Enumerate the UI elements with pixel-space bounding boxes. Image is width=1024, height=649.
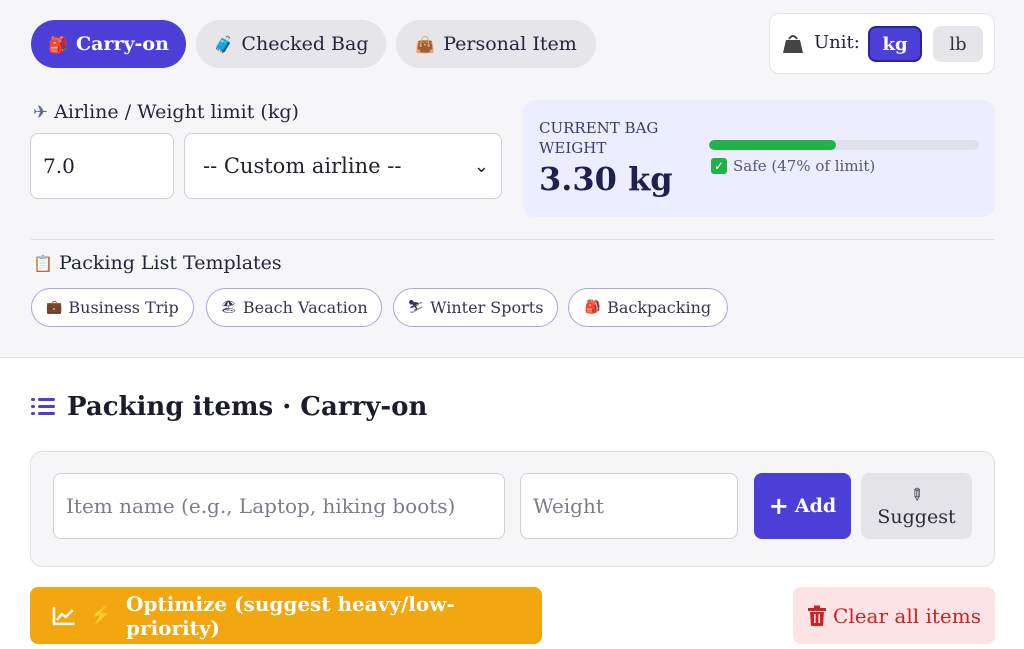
weight-limit-input[interactable]: [30, 133, 174, 199]
template-beach-vacation[interactable]: 🏖 Beach Vacation: [206, 288, 382, 327]
clear-all-button[interactable]: Clear all items: [793, 587, 995, 644]
skier-icon: ⛷: [407, 300, 425, 315]
add-button-label: Add: [794, 495, 837, 517]
airplane-icon: ✈: [33, 102, 49, 123]
suggest-button[interactable]: ✎ Suggest: [861, 473, 972, 539]
backpack-icon: 🎒: [584, 300, 602, 315]
template-winter-sports[interactable]: ⛷ Winter Sports: [393, 288, 558, 327]
add-item-button[interactable]: + Add: [754, 473, 851, 539]
item-weight-input[interactable]: [520, 473, 738, 539]
luggage-icon: 🧳: [213, 34, 234, 54]
unit-lb-button[interactable]: lb: [933, 26, 983, 62]
unit-label: Unit:: [814, 32, 860, 53]
clipboard-icon: 📋: [33, 254, 53, 273]
weight-progress-fill: [709, 140, 836, 150]
clear-button-label: Clear all items: [833, 603, 981, 628]
plus-icon: +: [768, 492, 789, 520]
lightning-icon: ⚡: [89, 605, 113, 626]
template-business-trip[interactable]: 💼 Business Trip: [31, 288, 194, 327]
airline-select-value: -- Custom airline --: [203, 154, 402, 178]
airline-select[interactable]: -- Custom airline -- ⌄: [184, 133, 502, 199]
tab-label: Personal Item: [443, 33, 577, 55]
tab-label: Checked Bag: [241, 33, 369, 55]
beach-icon: 🏖: [220, 300, 237, 315]
airline-label: ✈ Airline / Weight limit (kg): [33, 101, 299, 123]
chart-line-icon: [52, 606, 75, 625]
unit-kg-button[interactable]: kg: [868, 26, 922, 62]
briefcase-icon: 💼: [46, 300, 63, 315]
templates-label-text: Packing List Templates: [58, 252, 282, 274]
tab-personal-item[interactable]: 👜 Personal Item: [396, 20, 596, 68]
templates-label: 📋 Packing List Templates: [33, 252, 282, 274]
tab-carry-on[interactable]: 🎒 Carry-on: [31, 20, 186, 68]
divider: [31, 239, 994, 240]
chevron-down-icon: ⌄: [473, 156, 489, 177]
suggest-button-label: Suggest: [877, 505, 956, 528]
trash-icon: [808, 605, 827, 626]
packing-bag-name: · Carry-on: [282, 392, 428, 422]
template-label: Beach Vacation: [242, 298, 368, 317]
weight-icon: [783, 35, 803, 53]
current-weight-title: CURRENT BAG WEIGHT: [539, 119, 659, 157]
handbag-icon: 👜: [415, 34, 436, 54]
check-icon: ✓: [711, 158, 727, 174]
tab-checked-bag[interactable]: 🧳 Checked Bag: [196, 20, 386, 68]
current-weight-card: CURRENT BAG WEIGHT 3.30 kg ✓ Safe (47% o…: [523, 100, 995, 217]
airline-label-text: Airline / Weight limit (kg): [54, 101, 299, 123]
current-weight-value: 3.30 kg: [539, 160, 673, 198]
packing-items-title: Packing items · Carry-on: [31, 392, 427, 422]
weight-status-text: Safe (47% of limit): [733, 157, 876, 175]
unit-selector: Unit: kg lb: [769, 13, 995, 74]
template-label: Winter Sports: [430, 298, 544, 317]
tab-label: Carry-on: [76, 33, 169, 55]
packing-title-text: Packing items: [67, 392, 274, 422]
optimize-button[interactable]: ⚡ Optimize (suggest heavy/low-priority): [30, 587, 542, 644]
template-label: Backpacking: [607, 298, 712, 317]
weight-progress-bar: [709, 140, 979, 150]
optimize-button-label: Optimize (suggest heavy/low-priority): [126, 591, 455, 640]
item-name-input[interactable]: [53, 473, 505, 539]
list-icon: [31, 397, 55, 417]
weight-status: ✓ Safe (47% of limit): [711, 157, 875, 175]
pencil-icon: ✎: [905, 482, 928, 506]
template-label: Business Trip: [68, 298, 179, 317]
template-backpacking[interactable]: 🎒 Backpacking: [568, 288, 728, 327]
backpack-icon: 🎒: [48, 34, 69, 54]
